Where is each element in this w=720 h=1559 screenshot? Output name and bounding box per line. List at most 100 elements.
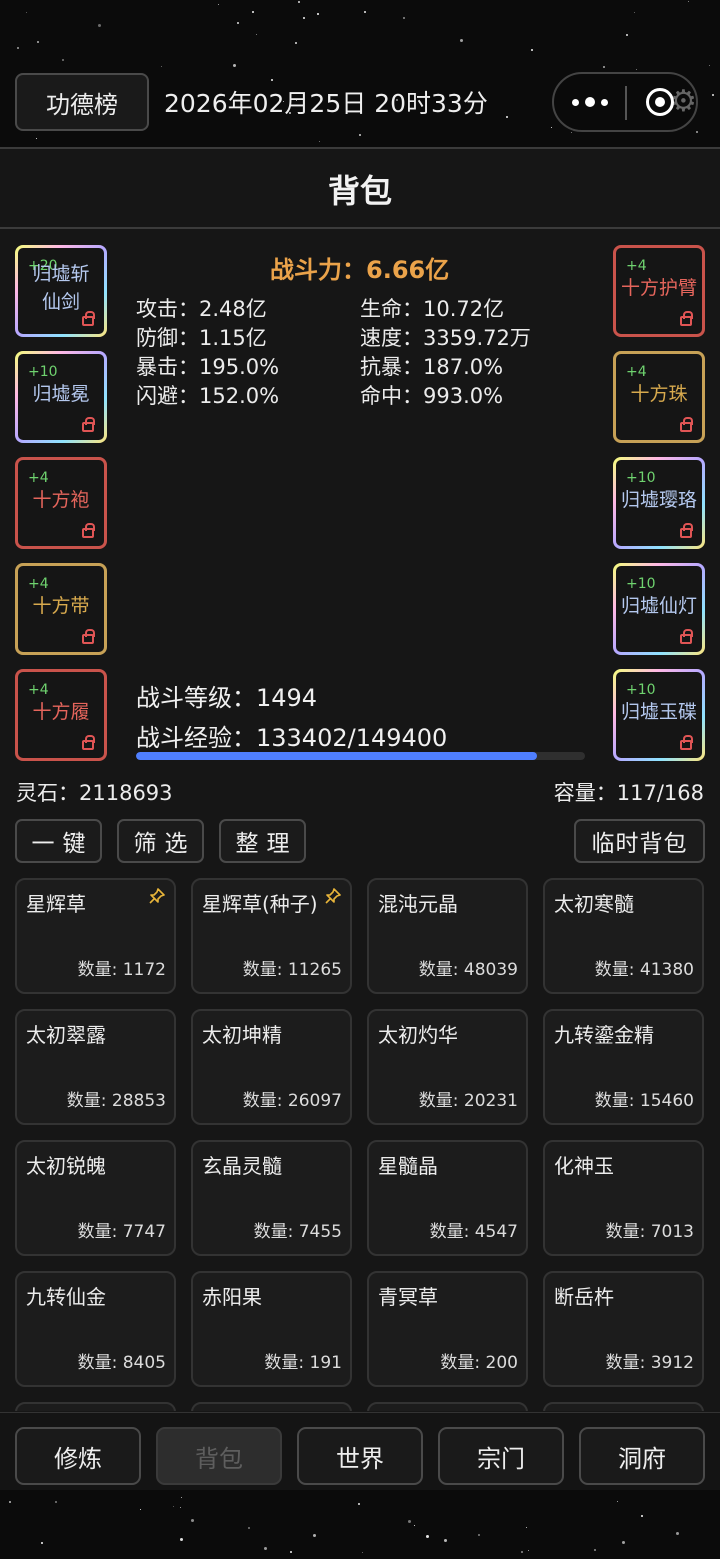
capsule-divider [625, 86, 627, 120]
exp-progress-fill [136, 752, 537, 760]
inventory-item[interactable] [367, 1402, 528, 1411]
inventory-item[interactable] [15, 1402, 176, 1411]
battle-exp-value: 133402/149400 [256, 724, 448, 752]
inventory-item[interactable]: 星辉草(种子) 数量: 11265 [191, 878, 352, 994]
stat-row: 抗暴：187.0% [360, 351, 503, 381]
battle-level-label: 战斗等级： [136, 684, 256, 712]
combat-power: 战斗力：6.66亿 [270, 250, 449, 285]
more-dots-icon[interactable] [568, 88, 612, 116]
sort-button[interactable]: 整理 [219, 819, 306, 863]
divider [0, 227, 720, 229]
inventory-item[interactable]: 太初寒髓 数量: 41380 [543, 878, 704, 994]
spirit-stone-value: 2118693 [79, 781, 173, 805]
inventory-item[interactable]: 赤阳果 数量: 191 [191, 1271, 352, 1387]
target-icon[interactable] [646, 88, 674, 116]
inventory-item[interactable] [543, 1402, 704, 1411]
inventory-item[interactable]: 星髓晶数量: 4547 [367, 1140, 528, 1256]
stat-value: 187.0% [423, 355, 504, 379]
stat-label: 抗暴： [360, 355, 423, 379]
equipment-name: 归墟玉碟 [620, 701, 697, 723]
star [191, 1519, 194, 1522]
temp-bag-button[interactable]: 临时背包 [574, 819, 705, 863]
lock-icon [82, 523, 95, 538]
inventory-item[interactable]: 玄晶灵髓 数量: 7455 [191, 1140, 352, 1256]
equipment-name: 归墟仙灯 [620, 595, 697, 617]
star [290, 1551, 292, 1553]
item-name: 星髓晶 [378, 1154, 438, 1178]
equipment-slot[interactable]: +4 十方珠 [613, 351, 705, 443]
nav-tab[interactable]: 世界 [297, 1427, 423, 1485]
stat-label: 防御： [136, 326, 199, 350]
inventory-item[interactable]: 九转仙金 数量: 8405 [15, 1271, 176, 1387]
inventory-item[interactable]: 化神玉 数量: 7013 [543, 1140, 704, 1256]
equipment-slot[interactable]: +4 十方带 [15, 563, 107, 655]
equipment-name: 归墟璎珞 [620, 489, 697, 511]
filter-button[interactable]: 筛选 [117, 819, 204, 863]
equipment-slot[interactable]: +10 归墟仙灯 [613, 563, 705, 655]
item-quantity: 数量: 3912 [605, 1353, 694, 1373]
star [181, 1497, 182, 1498]
star [313, 1534, 316, 1537]
stat-value: 2.48亿 [199, 297, 267, 321]
equipment-slot[interactable]: +4 十方履 [15, 669, 107, 761]
star [264, 1547, 267, 1550]
equipment-name: 十方履 [32, 701, 90, 723]
item-name: 星辉草(种子) [202, 892, 318, 916]
merit-ranking-button[interactable]: 功德榜 [15, 73, 149, 131]
inventory-item[interactable]: 星辉草 数量: 1172 [15, 878, 176, 994]
star [528, 1550, 529, 1551]
item-quantity: 数量: 4547 [429, 1222, 518, 1242]
equipment-slot[interactable]: +10 归墟玉碟 [613, 669, 705, 761]
lock-icon [82, 629, 95, 644]
inventory-item[interactable]: 混沌元晶 数量: 48039 [367, 878, 528, 994]
item-quantity: 数量: 20231 [418, 1091, 518, 1111]
gear-icon[interactable]: ⚙ [670, 84, 697, 120]
equipment-slot[interactable]: +10 归墟冕 [15, 351, 107, 443]
item-name: 玄晶灵髓 [202, 1154, 282, 1178]
nav-tab[interactable]: 宗门 [438, 1427, 564, 1485]
battle-exp-label: 战斗经验： [136, 724, 256, 752]
item-name: 青冥草 [378, 1285, 438, 1309]
capacity-value: 117/168 [616, 781, 704, 805]
top-bar: 功德榜 2026年02月25日 20时33分 ⚙ [0, 0, 720, 148]
item-quantity: 数量: 200 [440, 1353, 518, 1373]
item-name: 化神玉 [554, 1154, 614, 1178]
divider [0, 147, 720, 149]
equipment-slot[interactable]: +4 十方护臂 [613, 245, 705, 337]
inventory-item[interactable]: 九转鎏金精 数量: 15460 [543, 1009, 704, 1125]
exp-progress-bar [136, 752, 585, 760]
equipment-slot[interactable]: +20 归墟斩仙剑 [15, 245, 107, 337]
stat-value: 195.0% [199, 355, 280, 379]
star [180, 1538, 183, 1541]
equipment-slot[interactable]: +10 归墟璎珞 [613, 457, 705, 549]
battle-level: 战斗等级：1494 [136, 678, 317, 713]
spirit-stone-label: 灵石： [16, 781, 79, 805]
nav-tab[interactable]: 背包 [156, 1427, 282, 1485]
combat-power-label: 战斗力： [270, 256, 366, 284]
inventory-item[interactable]: 太初翠露 数量: 28853 [15, 1009, 176, 1125]
nav-tab[interactable]: 修炼 [15, 1427, 141, 1485]
one-key-button[interactable]: 一键 [15, 819, 102, 863]
lock-icon [680, 417, 693, 432]
star [248, 1527, 250, 1529]
inventory-item[interactable]: 太初锐魄 数量: 7747 [15, 1140, 176, 1256]
inventory-item[interactable]: 太初灼华 数量: 20231 [367, 1009, 528, 1125]
item-quantity: 数量: 191 [264, 1353, 342, 1373]
star [617, 1501, 618, 1502]
inventory-item[interactable]: 青冥草数量: 200 [367, 1271, 528, 1387]
equipment-slot[interactable]: +4 十方袍 [15, 457, 107, 549]
item-name: 太初翠露 [26, 1023, 106, 1047]
inventory-item[interactable] [191, 1402, 352, 1411]
equipment-name: 十方珠 [630, 383, 688, 405]
item-quantity: 数量: 11265 [242, 960, 342, 980]
item-quantity: 数量: 26097 [242, 1091, 342, 1111]
equipment-name: 十方护臂 [620, 277, 697, 299]
inventory-item[interactable]: 太初坤精数量: 26097 [191, 1009, 352, 1125]
item-name: 太初坤精 [202, 1023, 282, 1047]
lock-icon [680, 311, 693, 326]
nav-tab[interactable]: 洞府 [579, 1427, 705, 1485]
capacity: 容量：117/168 [554, 777, 704, 807]
star [55, 1501, 57, 1503]
star [362, 1552, 363, 1553]
inventory-item[interactable]: 断岳杵 数量: 3912 [543, 1271, 704, 1387]
